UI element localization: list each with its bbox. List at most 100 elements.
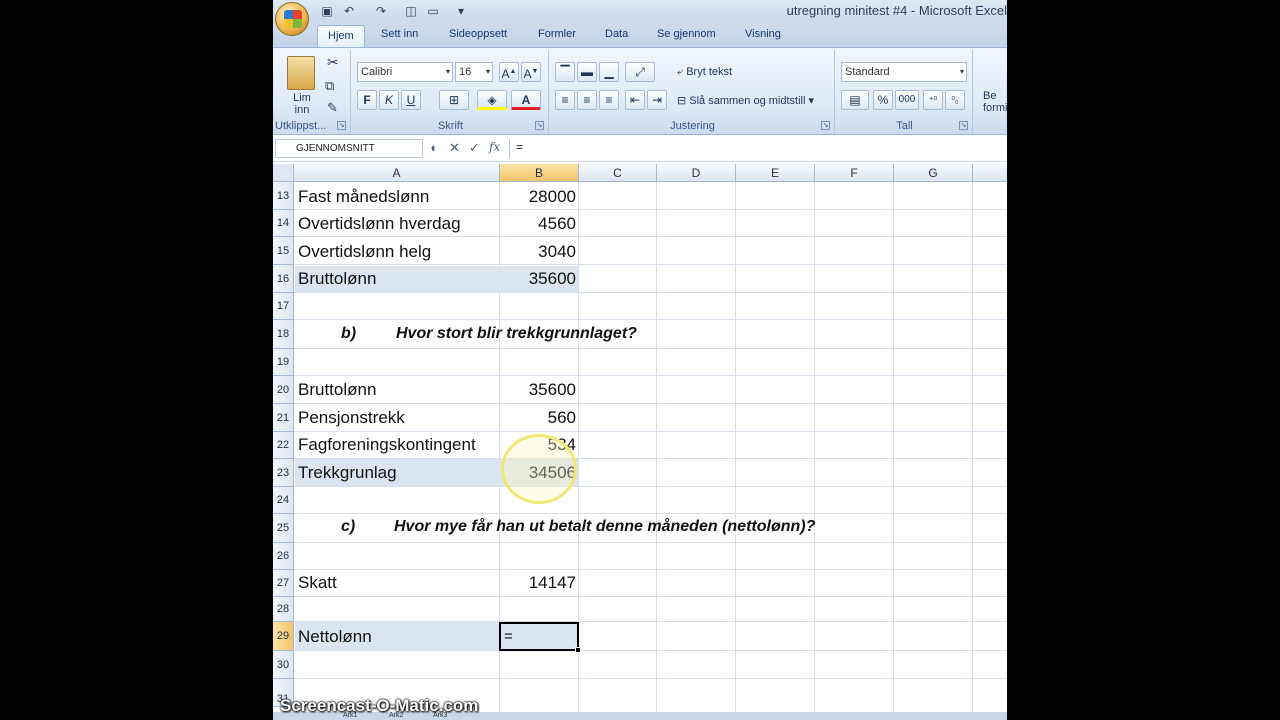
column-header-a[interactable]: A	[294, 164, 500, 182]
column-header-b[interactable]: B	[500, 164, 579, 182]
row-header-18[interactable]: 18	[273, 320, 294, 349]
row-header-24[interactable]: 24	[273, 487, 294, 514]
tab-hjem[interactable]: Hjem	[317, 25, 365, 49]
enter-icon[interactable]: ✓	[469, 140, 480, 156]
row-header-26[interactable]: 26	[273, 543, 294, 570]
row-header-28[interactable]: 28	[273, 597, 294, 622]
row-header-19[interactable]: 19	[273, 349, 294, 376]
cell-a22[interactable]: Fagforeningskontingent	[298, 435, 476, 455]
column-header-d[interactable]: D	[657, 164, 736, 182]
save-icon[interactable]: ▣	[319, 3, 335, 19]
select-all-corner[interactable]	[273, 164, 294, 182]
new-icon[interactable]: ▭	[425, 3, 441, 19]
formula-input[interactable]: =	[509, 139, 1007, 158]
column-header-e[interactable]: E	[736, 164, 815, 182]
row-header-17[interactable]: 17	[273, 293, 294, 320]
cell-b21[interactable]: 560	[500, 408, 576, 428]
insert-function-icon[interactable]: fx	[489, 140, 500, 154]
clipboard-launcher-icon[interactable]: ↘	[337, 121, 346, 130]
office-button[interactable]	[275, 2, 309, 36]
cell-b20[interactable]: 35600	[500, 380, 576, 400]
align-top-icon[interactable]: ▔	[555, 62, 575, 82]
paste-button[interactable]: Lim inn	[289, 92, 315, 116]
row-header-20[interactable]: 20	[273, 376, 294, 404]
row-header-30[interactable]: 30	[273, 651, 294, 679]
cell-a29[interactable]: Nettolønn	[298, 627, 372, 647]
row-header-21[interactable]: 21	[273, 404, 294, 432]
borders-icon[interactable]: ⊞	[439, 90, 469, 110]
font-name-combo[interactable]: Calibri ▾	[357, 62, 453, 82]
row-header-13[interactable]: 13	[273, 182, 294, 210]
tab-se-gjennom[interactable]: Se gjennom	[657, 28, 716, 40]
percent-button[interactable]: %	[873, 90, 893, 110]
row-header-25[interactable]: 25	[273, 514, 294, 543]
cell-a23[interactable]: Trekkgrunlag	[298, 463, 397, 483]
name-box-dropdown-icon[interactable]: ◖	[429, 140, 437, 155]
tab-sett-inn[interactable]: Sett inn	[381, 28, 418, 40]
italic-button[interactable]: K	[379, 90, 399, 110]
redo-icon[interactable]: ↷	[373, 3, 389, 19]
cell-a14[interactable]: Overtidslønn hverdag	[298, 214, 461, 234]
active-cell-b29[interactable]: =	[499, 622, 579, 651]
decrease-indent-icon[interactable]: ⇤	[625, 90, 645, 110]
row-header-14[interactable]: 14	[273, 210, 294, 237]
align-center-icon[interactable]: ≡	[577, 90, 597, 110]
underline-button[interactable]: U	[401, 90, 421, 110]
cell-b14[interactable]: 4560	[500, 214, 576, 234]
cell-b13[interactable]: 28000	[500, 187, 576, 207]
tab-sideoppsett[interactable]: Sideoppsett	[449, 28, 507, 40]
cell-b16[interactable]: 35600	[500, 269, 576, 289]
row-header-27[interactable]: 27	[273, 570, 294, 597]
cut-icon[interactable]: ✂	[327, 54, 339, 71]
font-launcher-icon[interactable]: ↘	[535, 121, 544, 130]
cell-a15[interactable]: Overtidslønn helg	[298, 242, 431, 262]
column-header-f[interactable]: F	[815, 164, 894, 182]
row-header-15[interactable]: 15	[273, 237, 294, 265]
row-header-23[interactable]: 23	[273, 459, 294, 487]
thousands-button[interactable]: 000	[895, 90, 919, 110]
alignment-launcher-icon[interactable]: ↘	[821, 121, 830, 130]
shrink-font-button[interactable]: A▼	[521, 62, 541, 82]
wrap-text-button[interactable]: ⤶ Bryt tekst	[677, 66, 732, 79]
name-box[interactable]: GJENNOMSNITT	[275, 139, 423, 158]
cell-a20[interactable]: Bruttolønn	[298, 380, 376, 400]
column-header-c[interactable]: C	[579, 164, 657, 182]
row-header-16[interactable]: 16	[273, 265, 294, 293]
conditional-format-button[interactable]: Be formi	[983, 90, 1007, 114]
cell-a27[interactable]: Skatt	[298, 573, 337, 593]
currency-icon[interactable]: ▤	[841, 90, 869, 110]
open-icon[interactable]: ◫	[403, 3, 419, 19]
row-header-29[interactable]: 29	[273, 622, 294, 651]
cell-a13[interactable]: Fast månedslønn	[298, 187, 429, 207]
paste-icon[interactable]	[287, 56, 315, 90]
increase-decimal-icon[interactable]: ⁺⁰	[923, 90, 943, 110]
copy-icon[interactable]: ⧉	[325, 78, 334, 94]
cell-a16[interactable]: Bruttolønn	[298, 269, 376, 289]
bold-button[interactable]: F	[357, 90, 377, 110]
customize-icon[interactable]: ▾	[453, 3, 469, 19]
number-format-combo[interactable]: Standard ▾	[841, 62, 967, 82]
align-right-icon[interactable]: ≡	[599, 90, 619, 110]
tab-formler[interactable]: Formler	[538, 28, 576, 40]
grow-font-button[interactable]: A▲	[499, 62, 519, 82]
decrease-decimal-icon[interactable]: ⁰₀	[945, 90, 965, 110]
orientation-icon[interactable]: ⤢	[625, 62, 655, 82]
column-header-h[interactable]	[973, 164, 1007, 182]
row-header-22[interactable]: 22	[273, 432, 294, 459]
align-middle-icon[interactable]: ▬	[577, 62, 597, 82]
tab-data[interactable]: Data	[605, 28, 628, 40]
tab-visning[interactable]: Visning	[745, 28, 781, 40]
align-left-icon[interactable]: ≡	[555, 90, 575, 110]
cell-b27[interactable]: 14147	[500, 573, 576, 593]
increase-indent-icon[interactable]: ⇥	[647, 90, 667, 110]
number-launcher-icon[interactable]: ↘	[959, 121, 968, 130]
cancel-icon[interactable]: ✕	[449, 140, 460, 156]
align-bottom-icon[interactable]: ▁	[599, 62, 619, 82]
fill-color-icon[interactable]: ◈	[477, 90, 507, 110]
merge-center-button[interactable]: ⊟ Slå sammen og midtstill ▾	[677, 94, 814, 107]
cell-b15[interactable]: 3040	[500, 242, 576, 262]
cell-a21[interactable]: Pensjonstrekk	[298, 408, 405, 428]
column-header-g[interactable]: G	[894, 164, 973, 182]
font-color-icon[interactable]: A	[511, 90, 541, 110]
format-painter-icon[interactable]: ✎	[327, 100, 338, 116]
